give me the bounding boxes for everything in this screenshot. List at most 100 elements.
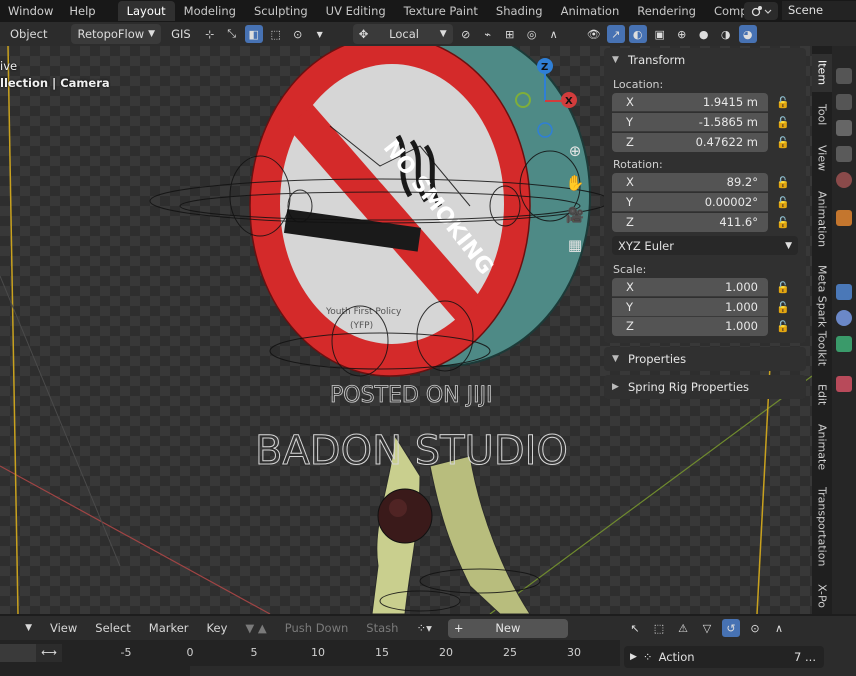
- auto-snap-icon[interactable]: ↺: [722, 619, 740, 637]
- tool-properties-icon[interactable]: [836, 68, 852, 84]
- select-box-icon[interactable]: ◧: [244, 25, 263, 43]
- box-select-icon[interactable]: ⬚: [650, 619, 668, 637]
- tab-layout[interactable]: Layout: [117, 1, 175, 21]
- tab-modeling[interactable]: Modeling: [175, 1, 245, 21]
- scale-y-field[interactable]: Y 1.000: [612, 297, 768, 317]
- tab-view[interactable]: View: [812, 138, 832, 178]
- lock-icon[interactable]: 🔓: [768, 116, 798, 129]
- menu-help[interactable]: Help: [61, 0, 103, 22]
- xray-icon[interactable]: ▣: [651, 25, 669, 43]
- action-browse-icon[interactable]: ⁘▾: [408, 621, 439, 635]
- tab-meta-spark-toolkit[interactable]: Meta Spark Toolkit: [812, 260, 832, 372]
- tab-sculpting[interactable]: Sculpting: [245, 1, 317, 21]
- snapping-target-icon[interactable]: ⊞: [501, 25, 519, 43]
- rendered-shading-icon[interactable]: ◕: [738, 25, 757, 43]
- timeline-menu-marker[interactable]: Marker: [141, 621, 197, 635]
- modifier-icon[interactable]: [836, 284, 852, 300]
- tab-animation[interactable]: Animation: [812, 184, 832, 254]
- rotation-z-field[interactable]: Z 411.6°: [612, 212, 768, 232]
- constraint-icon[interactable]: [836, 336, 852, 352]
- snap-icon[interactable]: ⌁: [479, 25, 497, 43]
- zoom-icon[interactable]: ⊕: [562, 138, 588, 164]
- tab-uv-editing[interactable]: UV Editing: [317, 1, 395, 21]
- key-down-icon[interactable]: ▼ ▲: [237, 621, 274, 635]
- proportional-edit-icon[interactable]: ◎: [523, 25, 541, 43]
- properties-panel-header[interactable]: ▼ Properties: [604, 347, 806, 371]
- tab-animate[interactable]: Animate: [812, 418, 832, 476]
- frame-field[interactable]: [0, 644, 36, 662]
- proportional-icon[interactable]: ⊙: [746, 619, 764, 637]
- mode-dropdown[interactable]: Object: [4, 24, 53, 44]
- timeline-ruler[interactable]: ⟷ -5 0 5 10 15 20 25 30: [0, 640, 620, 676]
- timeline-menu-key[interactable]: Key: [199, 621, 236, 635]
- scale-z-field[interactable]: Z 1.000: [612, 316, 768, 336]
- location-y-field[interactable]: Y -1.5865 m: [612, 112, 768, 132]
- lasso-icon[interactable]: ⬚: [267, 25, 285, 43]
- tab-tool[interactable]: Tool: [812, 96, 832, 134]
- solid-shading-icon[interactable]: ●: [695, 25, 713, 43]
- transform-panel-header[interactable]: ▼ Transform: [604, 48, 806, 72]
- lock-icon[interactable]: 🔓: [768, 96, 798, 109]
- tab-texture-paint[interactable]: Texture Paint: [395, 1, 487, 21]
- snap-vertex-icon[interactable]: ⊹: [201, 25, 219, 43]
- editor-type-chevron-icon[interactable]: ▼: [0, 623, 40, 633]
- rotation-y-field[interactable]: Y 0.00002°: [612, 192, 768, 212]
- texture-icon[interactable]: [836, 376, 852, 392]
- lock-icon[interactable]: 🔓: [768, 216, 798, 229]
- wireframe-shading-icon[interactable]: ⊕: [673, 25, 691, 43]
- view-layer-icon[interactable]: [836, 146, 852, 162]
- scene-properties-icon[interactable]: [836, 172, 852, 188]
- retopoflow-dropdown[interactable]: RetopoFlow ▼: [71, 24, 162, 44]
- tab-edit[interactable]: Edit: [812, 378, 832, 412]
- select-cursor-icon[interactable]: ↖: [626, 619, 644, 637]
- physics-icon[interactable]: [836, 310, 852, 326]
- render-properties-icon[interactable]: [836, 94, 852, 110]
- chevron-down-icon[interactable]: ▼: [311, 25, 329, 43]
- spring-rig-panel-header[interactable]: ▶ Spring Rig Properties: [604, 375, 806, 399]
- gizmo-toggle-icon[interactable]: ↗: [606, 25, 625, 43]
- camera-view-icon[interactable]: 🎥: [562, 202, 588, 228]
- lock-icon[interactable]: 🔓: [768, 196, 798, 209]
- tab-shading[interactable]: Shading: [487, 1, 552, 21]
- stash-button[interactable]: Stash: [358, 621, 406, 635]
- lock-icon[interactable]: 🔓: [768, 301, 798, 314]
- transform-orientation-dropdown[interactable]: ✥ Local ▼: [352, 24, 453, 44]
- material-shading-icon[interactable]: ◑: [717, 25, 735, 43]
- scene-name-field[interactable]: Scene: [782, 1, 856, 20]
- location-x-field[interactable]: X 1.9415 m: [612, 92, 768, 112]
- scale-x-field[interactable]: X 1.000: [612, 277, 768, 297]
- gis-menu[interactable]: GIS: [165, 24, 197, 44]
- overlay-toggle-icon[interactable]: ◐: [628, 25, 647, 43]
- curve-icon[interactable]: ∧: [770, 619, 788, 637]
- filter-icon[interactable]: ▽: [698, 619, 716, 637]
- object-properties-icon[interactable]: [836, 210, 852, 226]
- tab-rendering[interactable]: Rendering: [628, 1, 705, 21]
- grid-perspective-icon[interactable]: ▦: [562, 232, 588, 258]
- action-panel-header[interactable]: ▶ ⁘ Action 7 ...: [624, 646, 824, 668]
- lock-icon[interactable]: 🔓: [768, 320, 798, 333]
- falloff-icon[interactable]: ∧: [545, 25, 563, 43]
- rotation-mode-dropdown[interactable]: XYZ Euler ▼: [612, 236, 798, 255]
- tab-animation[interactable]: Animation: [552, 1, 629, 21]
- pivot-icon[interactable]: ⊘: [457, 25, 475, 43]
- timeline-menu-select[interactable]: Select: [87, 621, 138, 635]
- cursor-tool-icon[interactable]: ⤡: [223, 25, 241, 43]
- scene-selector[interactable]: Scene: [744, 0, 856, 21]
- lock-icon[interactable]: 🔓: [768, 176, 798, 189]
- lock-icon[interactable]: 🔓: [768, 281, 798, 294]
- tab-transportation[interactable]: Transportation: [812, 482, 832, 572]
- tab-item[interactable]: Item: [812, 54, 832, 92]
- pivot-point-icon[interactable]: ⊙: [289, 25, 307, 43]
- output-properties-icon[interactable]: [836, 120, 852, 136]
- pan-hand-icon[interactable]: ✋: [562, 170, 588, 196]
- tab-x-port[interactable]: X-Po: [812, 578, 832, 614]
- warning-icon[interactable]: ⚠: [674, 619, 692, 637]
- visibility-icon[interactable]: 👁: [585, 25, 603, 43]
- lock-icon[interactable]: 🔓: [768, 136, 798, 149]
- timeline-menu-view[interactable]: View: [42, 621, 85, 635]
- rotation-x-field[interactable]: X 89.2°: [612, 172, 768, 192]
- new-action-button[interactable]: + New: [447, 618, 568, 638]
- swap-arrows-icon[interactable]: ⟷: [36, 644, 62, 662]
- menu-window[interactable]: Window: [0, 0, 61, 22]
- location-z-field[interactable]: Z 0.47622 m: [612, 132, 768, 152]
